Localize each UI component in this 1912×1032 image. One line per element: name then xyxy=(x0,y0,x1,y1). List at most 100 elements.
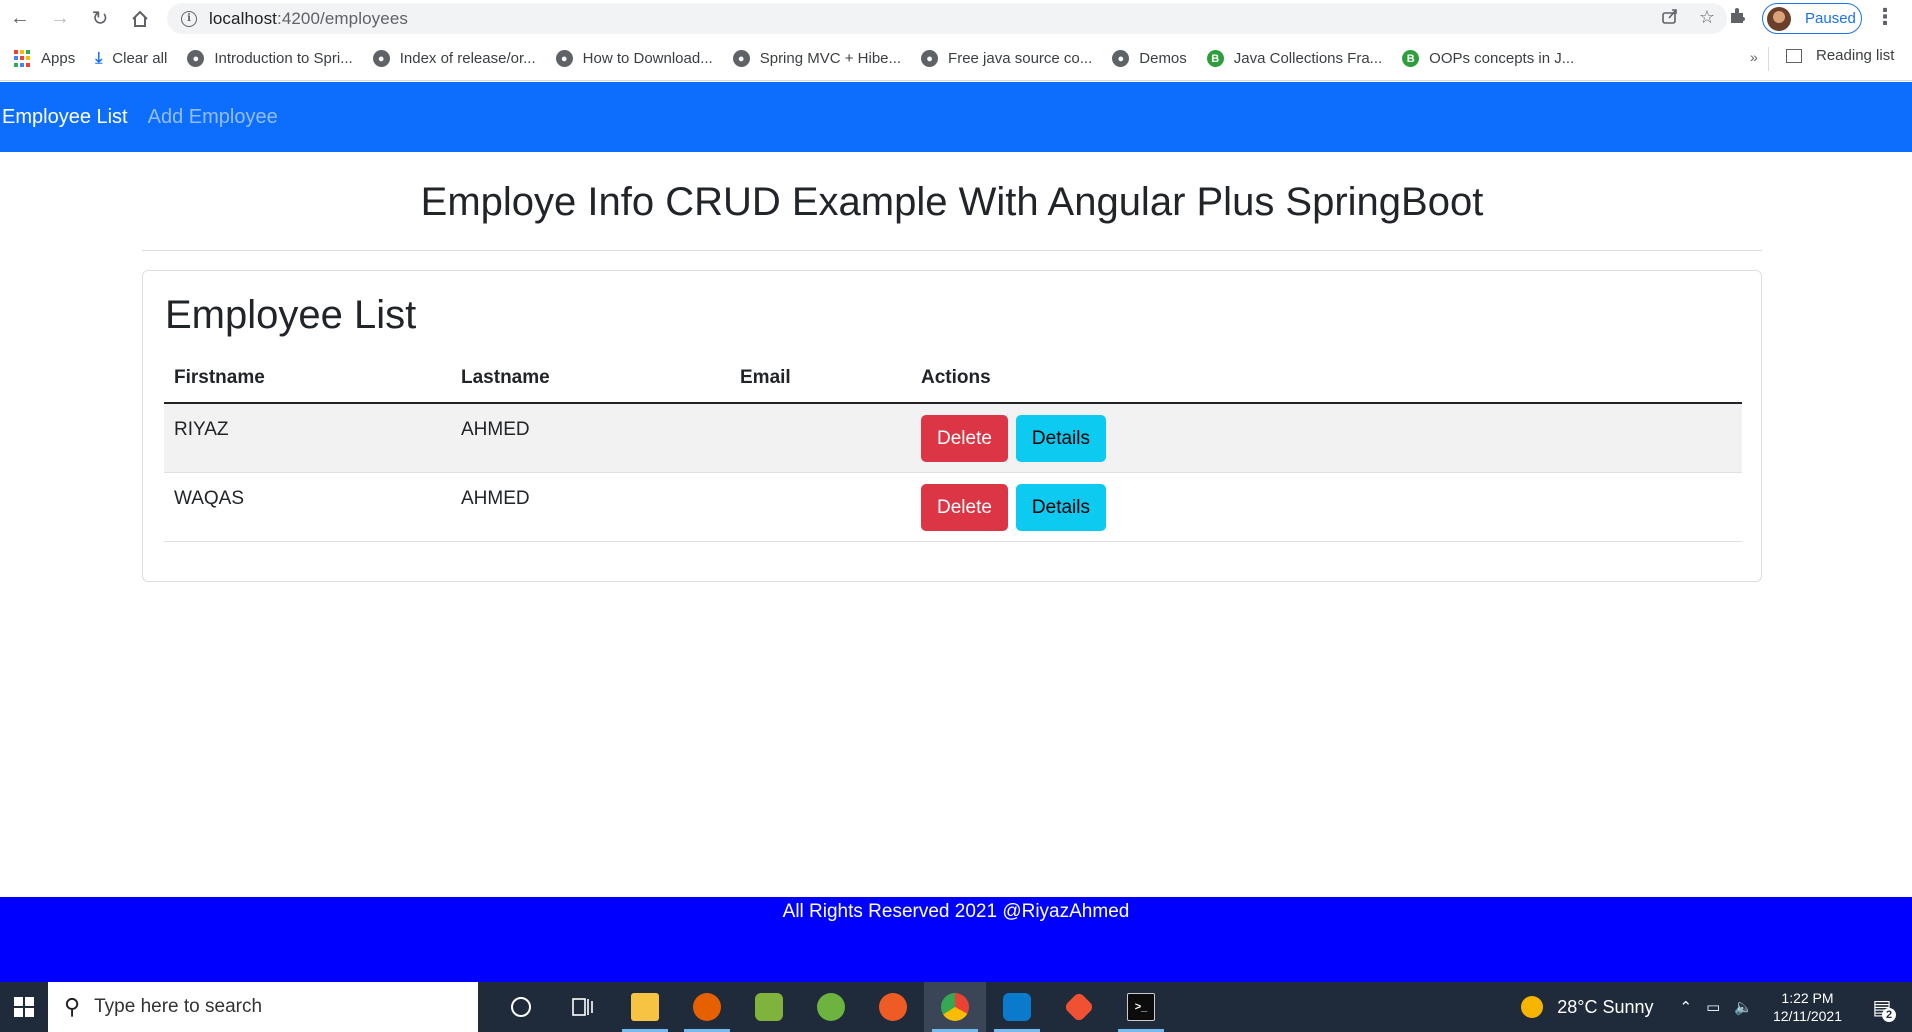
column-header-email: Email xyxy=(730,353,911,404)
page-footer: All Rights Reserved 2021 @RiyazAhmed xyxy=(0,897,1912,982)
taskbar-chrome[interactable] xyxy=(924,982,986,1032)
taskbar-postman[interactable] xyxy=(862,982,924,1032)
chrome-icon xyxy=(941,993,969,1021)
avatar xyxy=(1767,6,1791,31)
notification-badge: 2 xyxy=(1882,1007,1896,1022)
page-title: Employe Info CRUD Example With Angular P… xyxy=(420,180,1484,224)
taskbar-vscode[interactable] xyxy=(986,982,1048,1032)
firefox-icon xyxy=(693,993,721,1021)
notification-center-button[interactable]: ▤ 2 xyxy=(1862,995,1902,1022)
task-view-icon xyxy=(572,998,593,1016)
sun-icon xyxy=(1521,996,1544,1018)
back-button[interactable]: ← xyxy=(0,0,40,37)
os-taskbar: ⚲ Type here to search >_ 28°C Sunny ⌃ ▭ … xyxy=(0,982,1912,1032)
delete-button[interactable]: Delete xyxy=(921,415,1008,462)
details-button[interactable]: Details xyxy=(1015,415,1106,462)
cell-firstname: RIYAZ xyxy=(164,403,451,473)
title-divider xyxy=(142,250,1762,251)
vscode-icon xyxy=(1003,993,1031,1021)
nav-link-add-employee[interactable]: Add Employee xyxy=(148,106,278,129)
spring-leaf-icon xyxy=(817,993,845,1021)
table-header-row: Firstname Lastname Email Actions xyxy=(164,353,1742,404)
cell-lastname: AHMED xyxy=(451,472,730,542)
more-bookmarks-button[interactable]: » xyxy=(1750,49,1758,65)
taskbar-git[interactable] xyxy=(1048,982,1110,1032)
taskbar-notepad-plus[interactable] xyxy=(738,982,800,1032)
bookmark-free-java-source[interactable]: ● Free java source co... xyxy=(921,50,1092,67)
bookmarks-divider xyxy=(1768,47,1769,71)
windows-logo-icon xyxy=(14,997,34,1017)
clock-date: 12/11/2021 xyxy=(1772,1008,1842,1024)
reload-icon: ↻ xyxy=(91,8,109,30)
folder-icon xyxy=(631,993,659,1021)
cell-actions: Delete Details xyxy=(911,403,1742,473)
start-button[interactable] xyxy=(0,982,48,1032)
taskbar-file-explorer[interactable] xyxy=(614,982,676,1032)
forward-button[interactable]: → xyxy=(40,0,80,37)
url-text[interactable]: localhost:4200/employees xyxy=(209,9,408,29)
chevron-up-icon[interactable]: ⌃ xyxy=(1680,998,1693,1016)
taskbar-firefox[interactable] xyxy=(676,982,738,1032)
b-icon: B xyxy=(1206,50,1224,67)
globe-icon: ● xyxy=(921,50,939,67)
arrow-right-icon: → xyxy=(50,7,70,29)
globe-icon: ● xyxy=(1112,50,1130,67)
share-icon[interactable] xyxy=(1661,7,1679,25)
table-row: WAQAS AHMED Delete Details xyxy=(164,472,1742,542)
nav-link-employee-list[interactable]: Employee List xyxy=(2,106,128,129)
employee-list-heading: Employee List xyxy=(165,293,417,337)
home-icon xyxy=(132,10,148,27)
b-icon: B xyxy=(1402,50,1420,67)
home-button[interactable] xyxy=(120,0,160,37)
address-bar[interactable]: i localhost:4200/employees ☆ xyxy=(167,3,1727,34)
browser-menu-icon[interactable]: ⋮ xyxy=(1874,4,1896,30)
bookmark-how-to-download[interactable]: ● How to Download... xyxy=(555,50,713,67)
notepad-icon xyxy=(755,993,783,1021)
details-button[interactable]: Details xyxy=(1015,483,1106,531)
bookmark-demos[interactable]: ● Demos xyxy=(1112,50,1187,67)
download-icon: ⤓ xyxy=(95,49,103,67)
delete-button[interactable]: Delete xyxy=(921,483,1008,531)
globe-icon: ● xyxy=(732,50,750,67)
bookmarks-bar: Apps ⤓ Clear all ● Introduction to Spri.… xyxy=(0,37,1912,81)
taskbar-search-input[interactable]: ⚲ Type here to search xyxy=(48,982,478,1032)
site-info-icon[interactable]: i xyxy=(181,10,197,27)
bookmark-introduction-spring[interactable]: ● Introduction to Spri... xyxy=(187,50,353,67)
bookmark-oops-concepts[interactable]: B OOPs concepts in J... xyxy=(1402,50,1574,67)
globe-icon: ● xyxy=(187,50,205,67)
cortana-icon xyxy=(511,997,531,1017)
apps-grid-icon xyxy=(14,50,31,67)
system-tray: 28°C Sunny ⌃ ▭ 🔈 1:22 PM 12/11/2021 ▤ 2 xyxy=(1521,982,1912,1032)
app-navbar: Employee List Add Employee xyxy=(0,82,1912,152)
bookmark-apps[interactable]: Apps xyxy=(14,50,75,67)
bookmark-spring-mvc[interactable]: ● Spring MVC + Hibe... xyxy=(732,50,901,67)
bookmark-index-release[interactable]: ● Index of release/or... xyxy=(372,50,536,67)
search-icon: ⚲ xyxy=(64,994,81,1019)
column-header-firstname: Firstname xyxy=(164,353,451,404)
bookmark-clear-all[interactable]: ⤓ Clear all xyxy=(95,50,167,68)
speaker-icon[interactable]: 🔈 xyxy=(1734,998,1753,1016)
reading-list-icon xyxy=(1786,48,1802,63)
battery-icon[interactable]: ▭ xyxy=(1706,998,1720,1016)
taskbar-terminal[interactable]: >_ xyxy=(1110,982,1172,1032)
column-header-actions: Actions xyxy=(911,353,1742,404)
reload-button[interactable]: ↻ xyxy=(80,0,120,37)
cortana-button[interactable] xyxy=(490,982,552,1032)
weather-widget[interactable]: 28°C Sunny xyxy=(1557,997,1653,1018)
profile-button[interactable]: Paused xyxy=(1762,3,1862,34)
reading-list-button[interactable]: Reading list xyxy=(1786,47,1894,64)
taskbar-spring-tool-suite[interactable] xyxy=(800,982,862,1032)
bookmark-star-icon[interactable]: ☆ xyxy=(1699,7,1715,28)
footer-text: All Rights Reserved 2021 @RiyazAhmed xyxy=(782,901,1130,922)
task-view-button[interactable] xyxy=(552,982,614,1032)
cell-lastname: AHMED xyxy=(451,403,730,473)
arrow-left-icon: ← xyxy=(10,7,30,29)
table-row: RIYAZ AHMED Delete Details xyxy=(164,403,1742,473)
column-header-lastname: Lastname xyxy=(451,353,730,404)
globe-icon: ● xyxy=(372,50,390,67)
postman-icon xyxy=(879,993,907,1021)
bookmark-java-collections[interactable]: B Java Collections Fra... xyxy=(1206,50,1382,67)
cell-actions: Delete Details xyxy=(911,472,1742,542)
taskbar-clock[interactable]: 1:22 PM 12/11/2021 xyxy=(1773,989,1842,1025)
extensions-icon[interactable] xyxy=(1728,6,1748,32)
